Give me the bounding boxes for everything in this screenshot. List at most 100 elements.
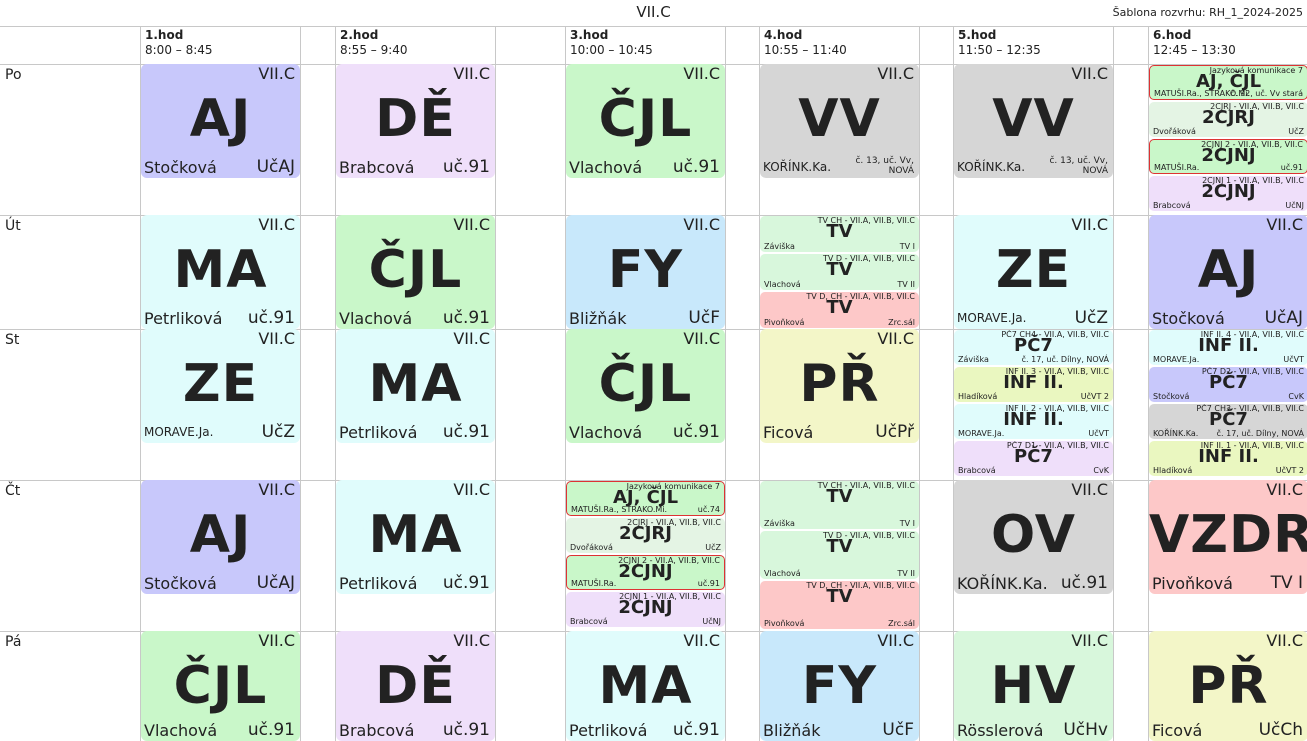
- group-lesson-card[interactable]: 2CJNJ 2 - VII.A, VII.B, VII.C 2CJNJ MATUŠI…: [566, 555, 725, 590]
- lesson-card[interactable]: VII.C MA Petrliková uč.91: [566, 631, 725, 741]
- period-number: 3.hod: [570, 28, 609, 42]
- grid-line: [0, 26, 1307, 27]
- lesson-class: VII.C: [453, 64, 490, 83]
- lesson-subject: 2CJNJ: [618, 597, 673, 618]
- lesson-card[interactable]: VII.C VZDR Pivoňková TV I: [1149, 480, 1307, 594]
- group-lesson-card[interactable]: TV D, CH - VII.A, VII.B, VII.C TV Pivoňkov…: [760, 581, 919, 629]
- period-number: 4.hod: [764, 28, 803, 42]
- lesson-teacher: Ficová: [763, 423, 814, 442]
- group-lesson-card[interactable]: Jazyková komunikace 7 AJ, ČJL MATUŠI.Ra., …: [1149, 65, 1307, 100]
- lesson-room: uč.91: [247, 308, 295, 328]
- lesson-room: UčAJ: [1264, 308, 1303, 328]
- group-lesson-card[interactable]: 2CJNJ 1 - VII.A, VII.B, VII.C 2CJNJ Brabco…: [566, 592, 725, 627]
- group-lesson-card[interactable]: TV CH - VII.A, VII.B, VII.C TV Záviška TV I: [760, 216, 919, 252]
- group-lesson-card[interactable]: 2CJNJ 1 - VII.A, VII.B, VII.C 2CJNJ Brabco…: [1149, 176, 1307, 211]
- lesson-teacher: MATUŠI.Ra.: [1154, 163, 1200, 172]
- lesson-card[interactable]: VII.C PŘ Ficová UčPř: [760, 329, 919, 443]
- group-lesson-card[interactable]: PČ7 D1 - VII.A, VII.B, VII.C PČ7 Brabcová C…: [954, 441, 1113, 476]
- lesson-teacher: MORAVE.Ja.: [957, 311, 1027, 325]
- lesson-teacher: Brabcová: [1153, 201, 1191, 210]
- lesson-class: VII.C: [1266, 631, 1303, 650]
- group-lesson-card[interactable]: TV D, CH - VII.A, VII.B, VII.C TV Pivoňkov…: [760, 292, 919, 328]
- lesson-card[interactable]: VII.C ZE MORAVE.Ja. UčZ: [954, 215, 1113, 329]
- group-lesson-card[interactable]: 2CJNJ 2 - VII.A, VII.B, VII.C 2CJNJ MATUŠI…: [1149, 139, 1307, 174]
- lesson-class: VII.C: [258, 64, 295, 83]
- lesson-card[interactable]: VII.C ČJL Vlachová uč.91: [336, 215, 495, 329]
- lesson-card[interactable]: VII.C MA Petrliková uč.91: [336, 480, 495, 594]
- lesson-room: č. 92, uč. Vv stará: [1230, 89, 1303, 98]
- group-lesson-card[interactable]: INF II. 1 - VII.A, VII.B, VII.C INF II. Hl…: [1149, 441, 1307, 476]
- lesson-card[interactable]: VII.C FY Bližňák UčF: [760, 631, 919, 741]
- lesson-room: TV I: [1270, 573, 1303, 593]
- lesson-subject: ČJL: [368, 240, 463, 300]
- lesson-card[interactable]: VII.C OV KOŘÍNK.Ka. uč.91: [954, 480, 1113, 594]
- lesson-card[interactable]: VII.C HV Rösslerová UčHv: [954, 631, 1113, 741]
- lesson-room: TV I: [899, 242, 915, 251]
- lesson-card[interactable]: VII.C FY Bližňák UčF: [566, 215, 725, 329]
- lesson-teacher: Petrliková: [569, 721, 648, 740]
- lesson-class: VII.C: [1071, 215, 1108, 234]
- group-lesson-card[interactable]: INF II. 4 - VII.A, VII.B, VII.C INF II. MO…: [1149, 330, 1307, 365]
- lesson-subject: FY: [801, 656, 878, 716]
- lesson-class: VII.C: [877, 64, 914, 83]
- lesson-card[interactable]: VII.C DĚ Brabcová uč.91: [336, 64, 495, 178]
- lesson-subject: ČJL: [598, 354, 693, 414]
- group-lesson-card[interactable]: 2CJRJ - VII.A, VII.B, VII.C 2CJRJ Dvořákov…: [1149, 102, 1307, 137]
- group-lesson-card[interactable]: PČ7 CH3 - VII.A, VII.B, VII.C PČ7 KOŘÍNK.K…: [1149, 404, 1307, 439]
- lesson-teacher: KOŘÍNK.Ka.: [957, 160, 1026, 174]
- lesson-class: VII.C: [1071, 631, 1108, 650]
- lesson-card[interactable]: VII.C ČJL Vlachová uč.91: [566, 329, 725, 443]
- lesson-room: UčAJ: [256, 573, 295, 593]
- lesson-subject: PČ7: [1014, 335, 1053, 356]
- lesson-card[interactable]: VII.C ZE MORAVE.Ja. UčZ: [141, 329, 300, 443]
- period-number: 6.hod: [1153, 28, 1192, 42]
- group-lesson-card[interactable]: PČ7 D2 - VII.A, VII.B, VII.C PČ7 Stočková C…: [1149, 367, 1307, 402]
- day-label: Po: [5, 67, 22, 83]
- lesson-card[interactable]: VII.C MA Petrliková uč.91: [336, 329, 495, 443]
- group-lesson-card[interactable]: TV D - VII.A, VII.B, VII.C TV Vlachová TV I…: [760, 531, 919, 579]
- lesson-subject: PČ7: [1014, 446, 1053, 467]
- lesson-room: Zrc.sál: [888, 318, 915, 327]
- lesson-teacher: Bližňák: [763, 721, 821, 740]
- lesson-room: UčVT 2: [1080, 392, 1109, 401]
- lesson-subject: VV: [992, 89, 1075, 149]
- lesson-card[interactable]: VII.C ČJL Vlachová uč.91: [141, 631, 300, 741]
- lesson-subject: INF II.: [1198, 335, 1259, 356]
- group-lesson-card[interactable]: Jazyková komunikace 7 AJ, ČJL MATUŠI.Ra., …: [566, 481, 725, 516]
- lesson-subject: VV: [798, 89, 881, 149]
- lesson-room: č. 17, uč. Dílny, NOVÁ: [1021, 355, 1109, 364]
- lesson-subject: PČ7: [1209, 409, 1248, 430]
- lesson-card[interactable]: VII.C VV KOŘÍNK.Ka. č. 13, uč. Vv, NOVÁ: [954, 64, 1113, 178]
- lesson-card[interactable]: VII.C VV KOŘÍNK.Ka. č. 13, uč. Vv, NOVÁ: [760, 64, 919, 178]
- lesson-teacher: KOŘÍNK.Ka.: [1153, 429, 1199, 438]
- grid-line: [300, 26, 301, 741]
- lesson-subject: TV: [826, 259, 853, 280]
- lesson-room: č. 13, uč. Vv, NOVÁ: [855, 156, 914, 176]
- lesson-card[interactable]: VII.C MA Petrliková uč.91: [141, 215, 300, 329]
- lesson-card[interactable]: VII.C AJ Stočková UčAJ: [1149, 215, 1307, 329]
- group-lesson-card[interactable]: PČ7 CH4 - VII.A, VII.B, VII.C PČ7 Záviška č…: [954, 330, 1113, 365]
- lesson-room: UčZ: [261, 422, 295, 442]
- group-lesson-card[interactable]: TV D - VII.A, VII.B, VII.C TV Vlachová TV I…: [760, 254, 919, 290]
- lesson-card[interactable]: VII.C PŘ Ficová UčCh: [1149, 631, 1307, 741]
- lesson-room: č. 17, uč. Dílny, NOVÁ: [1216, 429, 1304, 438]
- lesson-card[interactable]: VII.C ČJL Vlachová uč.91: [566, 64, 725, 178]
- lesson-card[interactable]: VII.C AJ Stočková UčAJ: [141, 64, 300, 178]
- grid-line: [495, 26, 496, 741]
- group-lesson-card[interactable]: INF II. 2 - VII.A, VII.B, VII.C INF II. MO…: [954, 404, 1113, 439]
- lesson-room: UčHv: [1063, 720, 1108, 740]
- lesson-teacher: Petrliková: [144, 309, 223, 328]
- lesson-room: uč.91: [672, 422, 720, 442]
- group-lesson-card[interactable]: INF II. 3 - VII.A, VII.B, VII.C INF II. Hl…: [954, 367, 1113, 402]
- lesson-card[interactable]: VII.C AJ Stočková UčAJ: [141, 480, 300, 594]
- lesson-subject: INF II.: [1003, 372, 1064, 393]
- group-lesson-card[interactable]: 2CJRJ - VII.A, VII.B, VII.C 2CJRJ Dvořákov…: [566, 518, 725, 553]
- lesson-class: VII.C: [1266, 215, 1303, 234]
- period-number: 5.hod: [958, 28, 997, 42]
- group-lesson-card[interactable]: TV CH - VII.A, VII.B, VII.C TV Záviška TV I: [760, 481, 919, 529]
- lesson-subject: OV: [990, 505, 1077, 565]
- lesson-class: VII.C: [683, 631, 720, 650]
- lesson-teacher: Vlachová: [569, 158, 643, 177]
- lesson-teacher: MORAVE.Ja.: [144, 425, 214, 439]
- lesson-card[interactable]: VII.C DĚ Brabcová uč.91: [336, 631, 495, 741]
